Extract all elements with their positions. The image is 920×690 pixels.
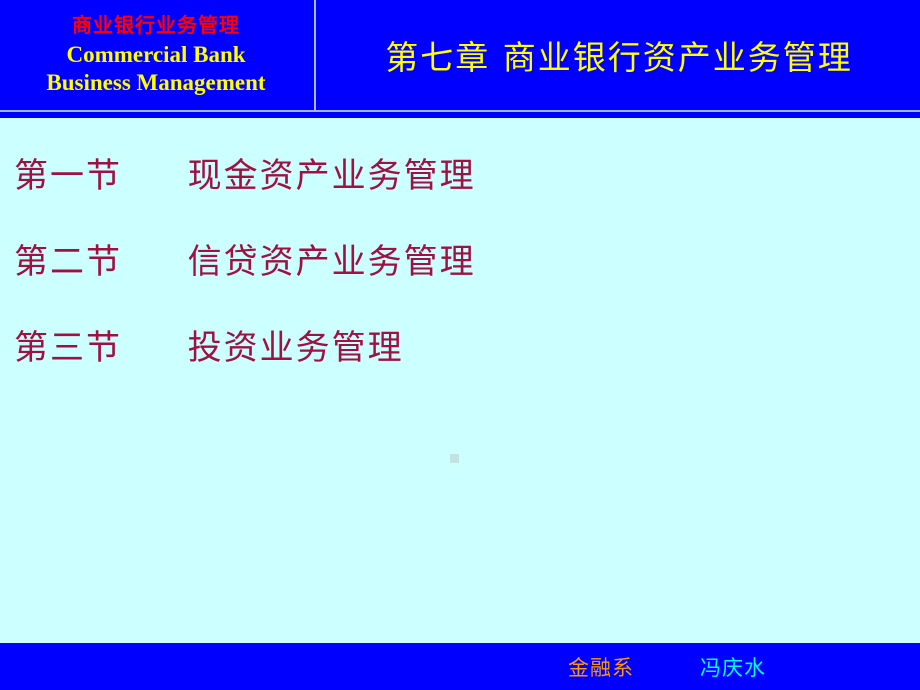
slide-footer: 金融系 冯庆水 — [0, 643, 920, 690]
section-title-2: 信贷资产业务管理 — [187, 242, 476, 282]
course-title-chinese: 商业银行业务管理 — [72, 13, 240, 37]
section-number-2: 第二节 — [14, 242, 122, 282]
placeholder-marker-icon — [450, 454, 459, 463]
course-title-english-line1: Commercial Bank — [66, 42, 246, 67]
section-entry-2: 第二节 信贷资产业务管理 — [14, 234, 476, 283]
footer-author: 冯庆水 — [700, 656, 766, 680]
slide-body: 第一节 现金资产业务管理 第二节 信贷资产业务管理 第三节 投资业务管理 — [0, 118, 920, 643]
header-vertical-divider — [314, 0, 316, 110]
section-number-3: 第三节 — [14, 328, 122, 368]
section-number-1: 第一节 — [14, 156, 122, 196]
section-entry-3: 第三节 投资业务管理 — [14, 320, 404, 369]
footer-department: 金融系 — [568, 656, 634, 680]
chapter-title: 第七章 商业银行资产业务管理 — [385, 38, 853, 77]
course-brand-block: 商业银行业务管理 Commercial Bank Business Manage… — [0, 0, 312, 110]
slide-header: 商业银行业务管理 Commercial Bank Business Manage… — [0, 0, 920, 118]
section-entry-1: 第一节 现金资产业务管理 — [14, 148, 476, 197]
section-title-1: 现金资产业务管理 — [187, 156, 476, 196]
header-horizontal-rule — [0, 110, 920, 112]
section-title-3: 投资业务管理 — [187, 328, 404, 368]
course-title-english-line2: Business Management — [46, 70, 266, 95]
presentation-slide: 商业银行业务管理 Commercial Bank Business Manage… — [0, 0, 920, 690]
